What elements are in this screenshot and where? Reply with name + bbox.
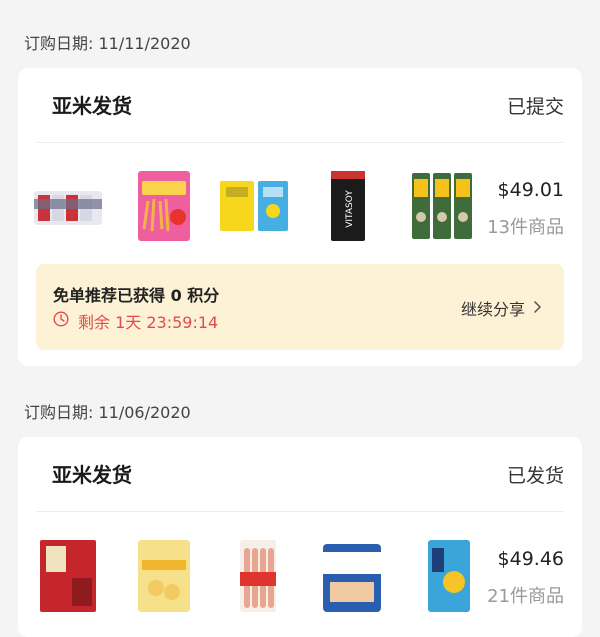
product-image[interactable] <box>32 169 104 243</box>
product-image[interactable]: VITASOY <box>328 169 368 243</box>
product-image[interactable] <box>134 169 194 243</box>
product-thumbnails[interactable]: $49.46 21件商品 <box>18 512 582 630</box>
product-image[interactable] <box>410 169 474 243</box>
product-thumbnails[interactable]: VITASOY $49.01 13件商品 <box>18 143 582 261</box>
chevron-right-icon <box>533 299 542 318</box>
product-image[interactable] <box>38 538 98 612</box>
clock-icon <box>53 311 69 331</box>
share-label: 继续分享 <box>460 300 525 319</box>
reward-points-text: 免单推荐已获得 0 积分 <box>53 286 220 305</box>
reward-countdown: 剩余 1天 23:59:14 <box>53 309 218 333</box>
order-card[interactable]: 亚米发货 已发货 $49.46 21件商品 <box>18 437 582 637</box>
order-card[interactable]: 亚米发货 已提交 VITASOY $49.01 13件商品 免单推荐已获得 0 … <box>18 68 582 366</box>
order-date: 订购日期: 11/11/2020 <box>24 34 191 53</box>
item-count: 13件商品 <box>487 217 564 238</box>
order-card-header: 亚米发货 已提交 <box>36 68 564 143</box>
continue-share-link[interactable]: 继续分享 <box>461 296 542 320</box>
item-count: 21件商品 <box>487 586 564 607</box>
svg-text:VITASOY: VITASOY <box>345 190 355 228</box>
seller-name: 亚米发货 <box>50 459 134 488</box>
product-image[interactable] <box>218 169 290 243</box>
order-price: $49.01 <box>497 179 564 201</box>
referral-reward-banner[interactable]: 免单推荐已获得 0 积分 剩余 1天 23:59:14 继续分享 <box>36 264 564 350</box>
order-date: 订购日期: 11/06/2020 <box>24 403 191 422</box>
seller-name: 亚米发货 <box>50 90 134 119</box>
product-image[interactable] <box>424 538 474 612</box>
product-image[interactable] <box>134 538 194 612</box>
product-image[interactable] <box>320 538 384 612</box>
order-status: 已提交 <box>506 96 564 118</box>
countdown-text: 剩余 1天 23:59:14 <box>78 313 219 332</box>
order-card-header: 亚米发货 已发货 <box>36 437 564 512</box>
order-status: 已发货 <box>506 465 564 487</box>
product-image[interactable] <box>236 538 280 612</box>
order-price: $49.46 <box>497 548 564 570</box>
